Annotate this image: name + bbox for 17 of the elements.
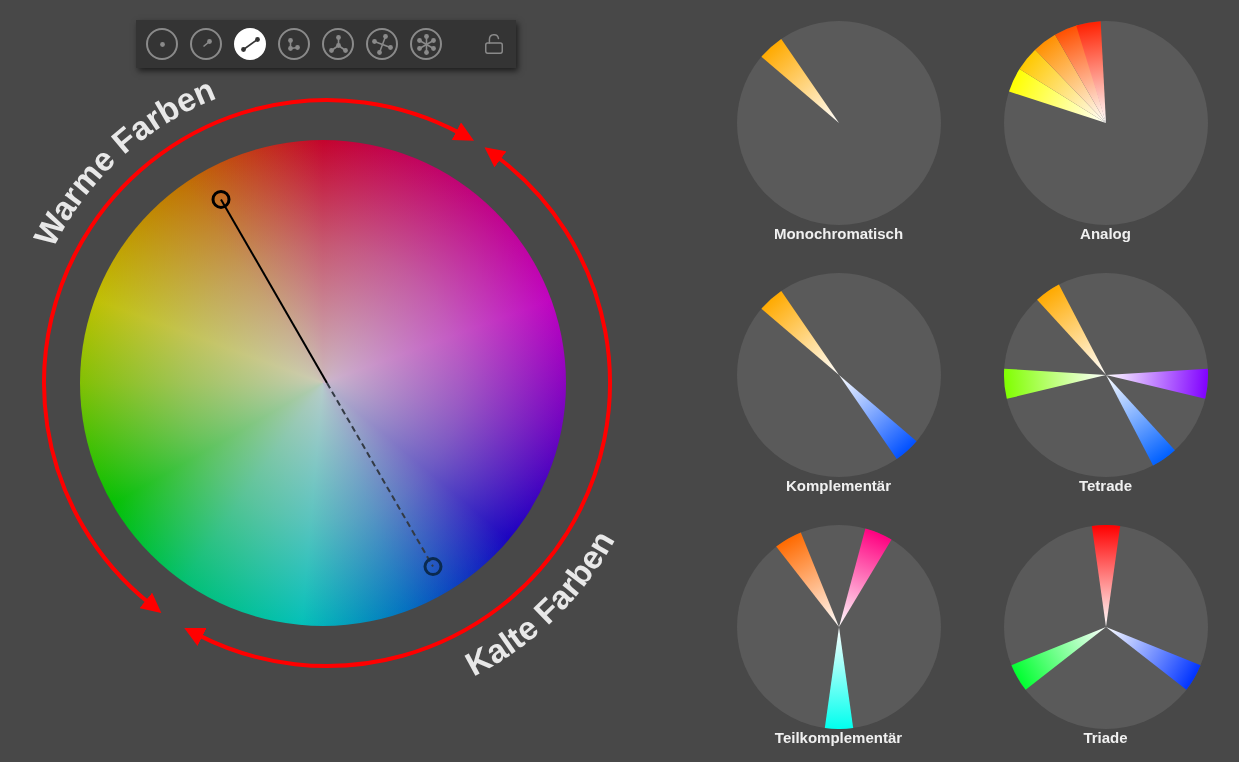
complement-handle[interactable] [423, 557, 443, 577]
scheme-mode-icon [328, 35, 348, 53]
scheme-label: Triade [1083, 729, 1128, 747]
color-handle[interactable] [211, 189, 231, 209]
scheme-label: Analog [1080, 225, 1131, 243]
scheme-mode-icon [371, 33, 393, 55]
scheme-mode-icon [159, 41, 165, 47]
scheme-label: Tetrade [1078, 477, 1133, 495]
scheme-mode-icon [200, 39, 212, 49]
scheme-label: Monochromatisch [773, 225, 904, 243]
lock-button[interactable] [482, 32, 506, 56]
scheme-label: Teilkomplementär [774, 729, 903, 747]
scheme-mode-icon [416, 33, 436, 55]
scheme-label: Komplementär [786, 477, 891, 495]
scheme-mode-icon [240, 36, 260, 52]
scheme-mode-icon [288, 37, 300, 51]
unlocked-padlock-icon [483, 33, 505, 55]
